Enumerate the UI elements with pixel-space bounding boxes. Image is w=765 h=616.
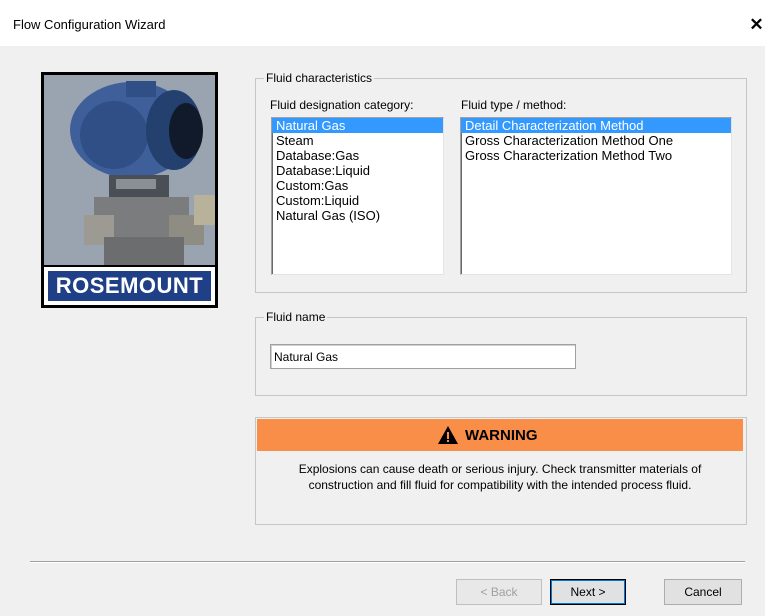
- fluid-type-listbox[interactable]: Detail Characterization Method Gross Cha…: [460, 117, 732, 275]
- warning-header: WARNING: [257, 419, 743, 451]
- footer-separator: [30, 561, 745, 563]
- fluid-category-label: Fluid designation category:: [270, 98, 414, 112]
- fluid-name-input[interactable]: [270, 344, 576, 369]
- back-button[interactable]: < Back: [456, 579, 542, 605]
- category-item-database-gas[interactable]: Database:Gas: [272, 148, 443, 163]
- transmitter-image: [44, 75, 215, 265]
- warning-heading: WARNING: [437, 424, 538, 446]
- close-icon: ✕: [749, 15, 764, 34]
- close-button[interactable]: ✕: [748, 15, 765, 35]
- title-bar: Flow Configuration Wizard ✕: [0, 0, 765, 46]
- window-title: Flow Configuration Wizard: [13, 17, 166, 32]
- warning-panel: WARNING Explosions can cause death or se…: [255, 417, 747, 525]
- rosemount-logo: ROSEMOUNT: [48, 271, 211, 301]
- product-image-panel: ROSEMOUNT: [41, 72, 218, 308]
- fluid-type-label: Fluid type / method:: [461, 98, 567, 112]
- fluid-characteristics-group: Fluid characteristics Fluid designation …: [255, 71, 747, 293]
- warning-title: WARNING: [465, 426, 538, 444]
- next-button[interactable]: Next >: [550, 579, 626, 605]
- fluid-name-group: Fluid name: [255, 310, 747, 396]
- category-item-custom-liquid[interactable]: Custom:Liquid: [272, 193, 443, 208]
- category-item-natural-gas-iso[interactable]: Natural Gas (ISO): [272, 208, 443, 223]
- transmitter-illustration: [44, 75, 215, 265]
- fluid-category-listbox[interactable]: Natural Gas Steam Database:Gas Database:…: [271, 117, 444, 275]
- fluid-name-legend: Fluid name: [264, 310, 328, 324]
- category-item-natural-gas[interactable]: Natural Gas: [272, 118, 443, 133]
- fluid-characteristics-legend: Fluid characteristics: [264, 71, 375, 85]
- warning-message: Explosions can cause death or serious in…: [298, 462, 702, 492]
- warning-triangle-icon: [438, 426, 458, 444]
- category-item-custom-gas[interactable]: Custom:Gas: [272, 178, 443, 193]
- cancel-button[interactable]: Cancel: [664, 579, 742, 605]
- logo-bar: ROSEMOUNT: [44, 267, 215, 305]
- type-item-detail[interactable]: Detail Characterization Method: [461, 118, 731, 133]
- category-item-steam[interactable]: Steam: [272, 133, 443, 148]
- type-item-gross-two[interactable]: Gross Characterization Method Two: [461, 148, 731, 163]
- type-item-gross-one[interactable]: Gross Characterization Method One: [461, 133, 731, 148]
- category-item-database-liquid[interactable]: Database:Liquid: [272, 163, 443, 178]
